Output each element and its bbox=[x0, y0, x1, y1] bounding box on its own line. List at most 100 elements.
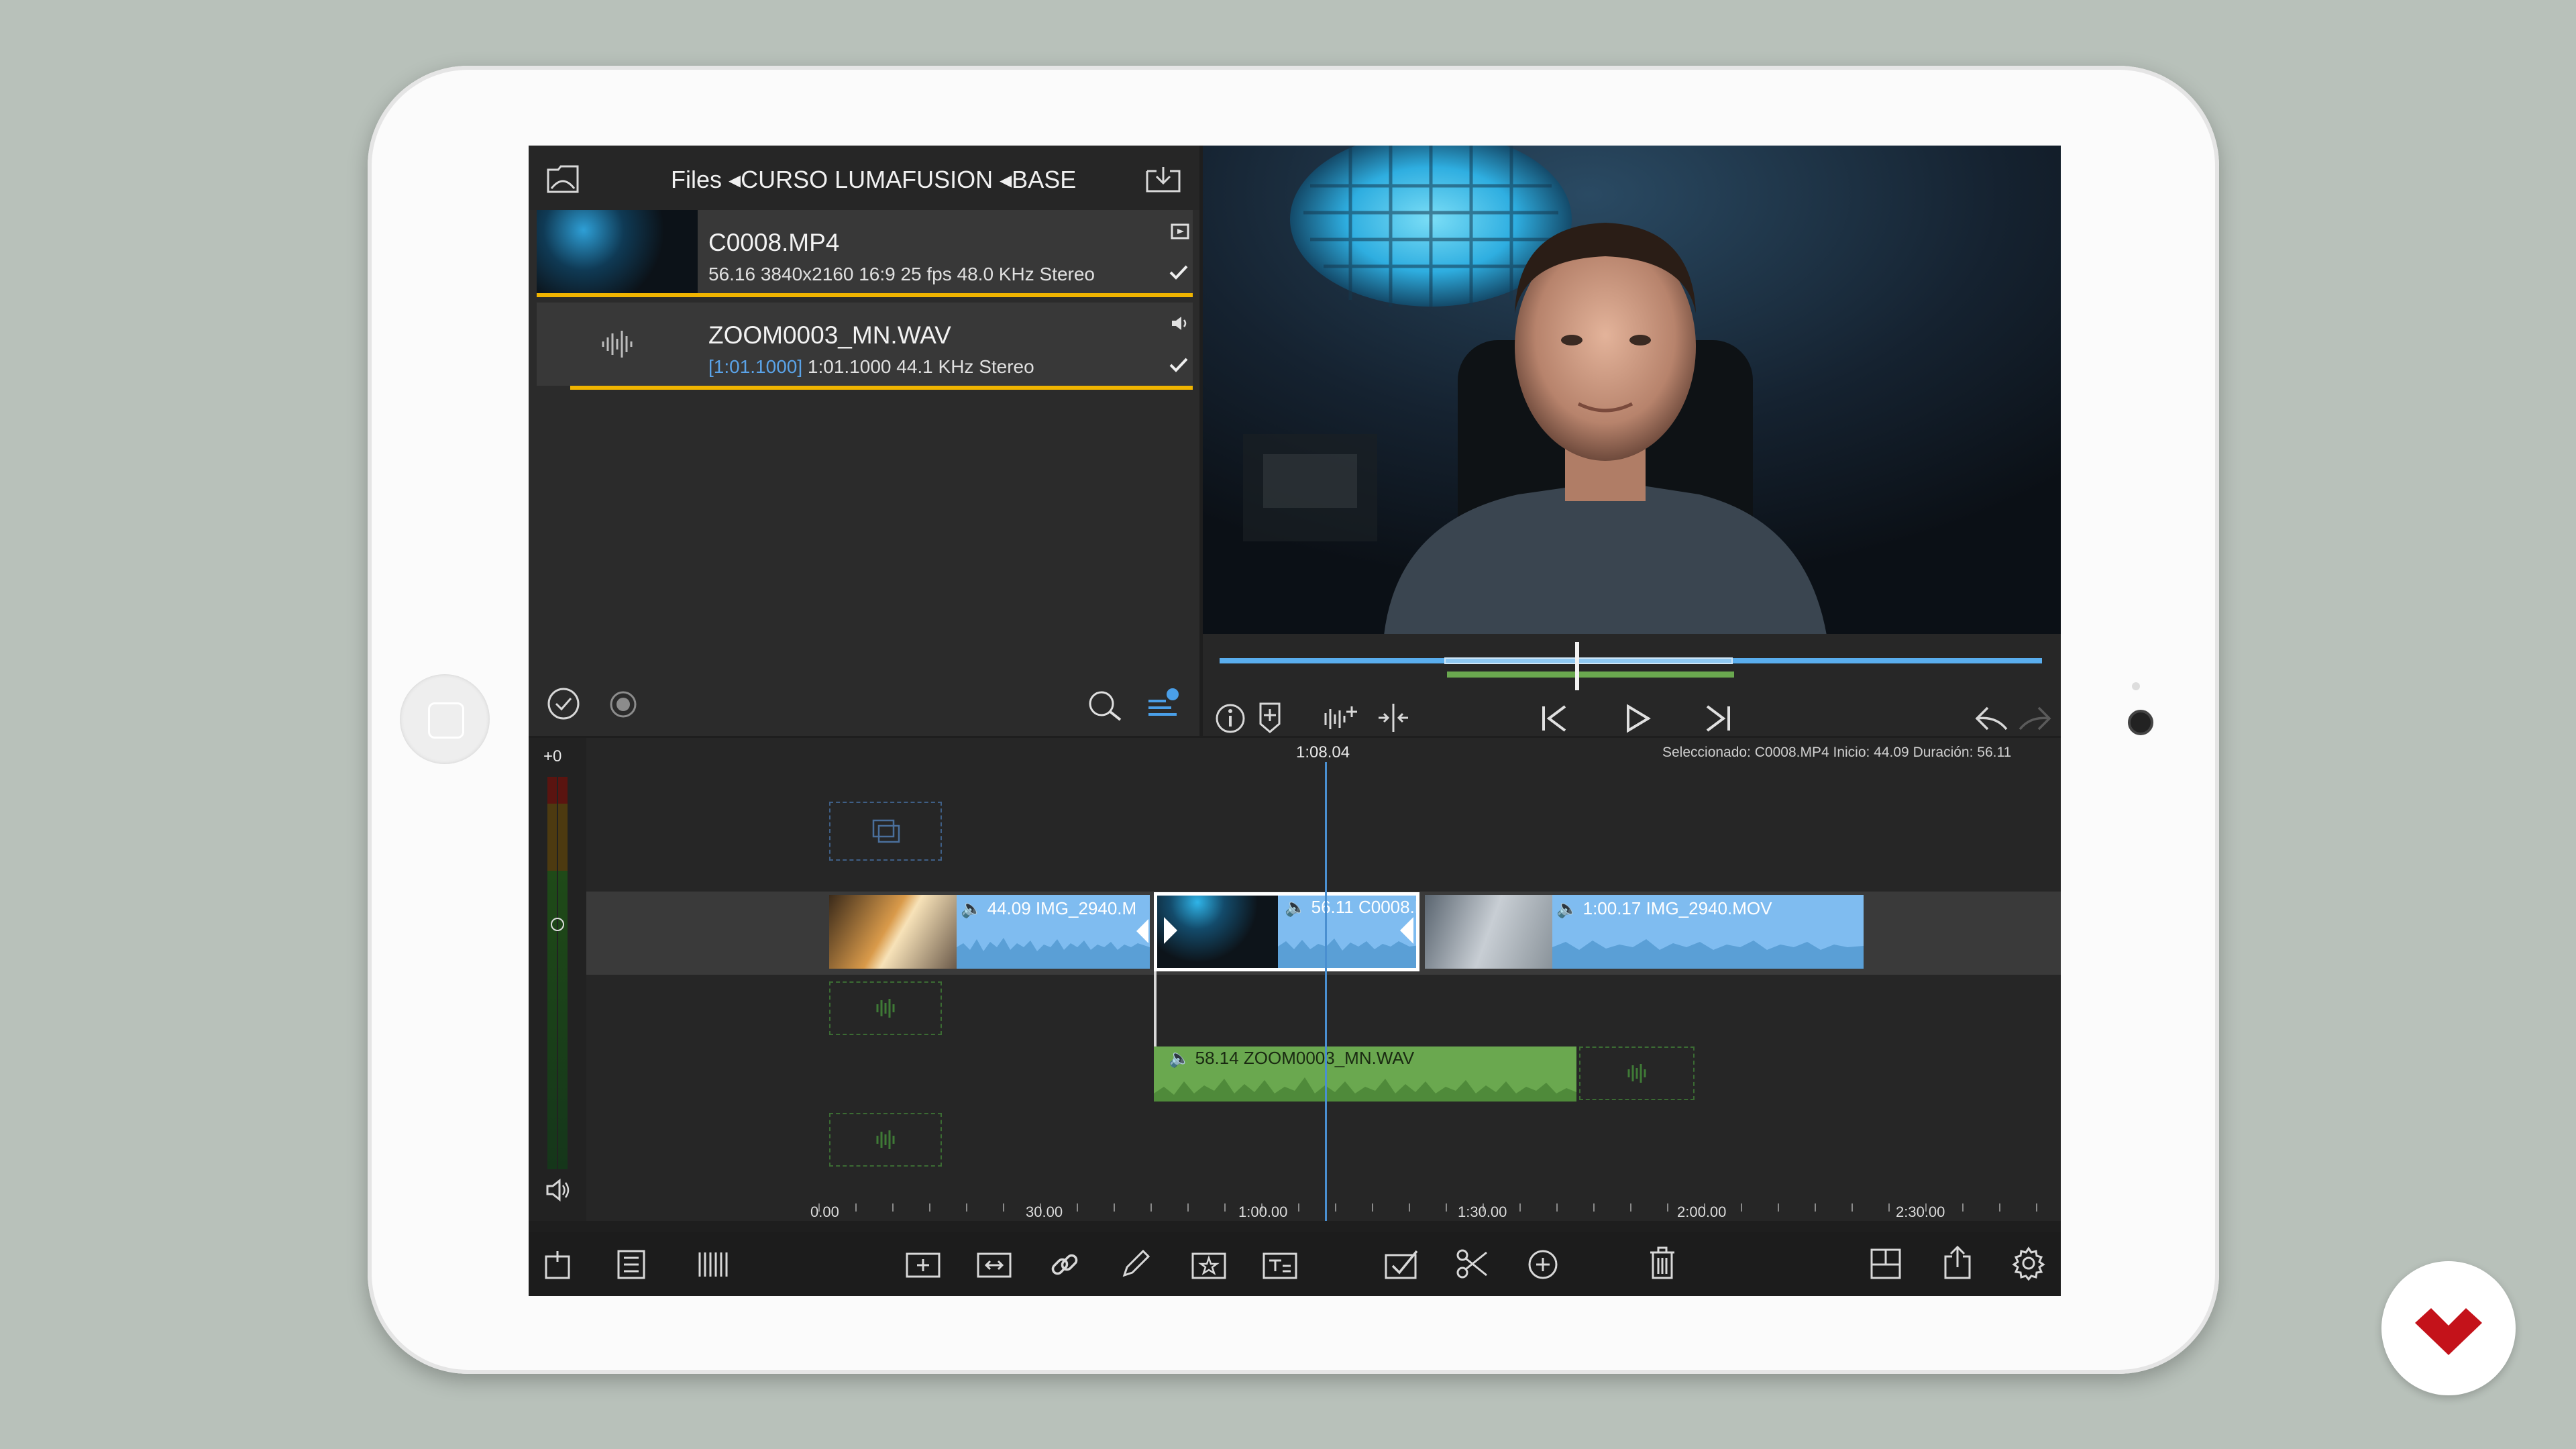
add-icon[interactable] bbox=[1527, 1248, 1559, 1281]
record-icon[interactable] bbox=[609, 690, 637, 718]
audio-track-placeholder[interactable] bbox=[829, 981, 942, 1035]
video-clip-img2940-a[interactable]: 🔈 44.09 IMG_2940.M bbox=[829, 895, 1150, 969]
selection-info: Seleccionado: C0008.MP4 Inicio: 44.09 Du… bbox=[1662, 745, 2012, 760]
library-clip-zoom0003[interactable]: ZOOM0003_MN.WAV [1:01.1000] 1:01.1000 44… bbox=[537, 303, 1193, 386]
audio-clip-zoom0003[interactable]: 🔈 58.14 ZOOM0003_MN.WAV bbox=[1154, 1046, 1576, 1102]
redo-icon[interactable] bbox=[2016, 704, 2053, 733]
add-track-icon[interactable] bbox=[542, 1248, 573, 1281]
add-marker-icon[interactable] bbox=[1254, 701, 1286, 735]
audio-placeholder-icon bbox=[876, 1130, 895, 1149]
sort-options-icon[interactable] bbox=[1146, 686, 1181, 721]
video-type-icon bbox=[1171, 223, 1189, 239]
select-all-icon[interactable] bbox=[546, 686, 581, 721]
timeline-zoom-icon[interactable] bbox=[696, 1248, 730, 1281]
split-audio-icon[interactable] bbox=[1376, 701, 1411, 735]
home-button[interactable] bbox=[400, 674, 490, 764]
ambient-sensor bbox=[2132, 682, 2140, 690]
clip-label: 🔈 58.14 ZOOM0003_MN.WAV bbox=[1169, 1048, 1415, 1068]
library-header: Files ◂CURSO LUMAFUSION ◂BASE bbox=[529, 146, 1199, 210]
ruler-label: 2:30.00 bbox=[1896, 1203, 1945, 1220]
clip-audio-waveform bbox=[1278, 938, 1416, 968]
link-icon[interactable] bbox=[1048, 1248, 1081, 1281]
checkmark-icon bbox=[1169, 356, 1189, 374]
preview-frame-image bbox=[1203, 146, 2061, 635]
ruler-label: 0.00 bbox=[810, 1203, 839, 1220]
brand-logo-badge bbox=[2381, 1261, 2516, 1395]
trim-handle-left-icon[interactable] bbox=[1163, 916, 1179, 945]
title-track-placeholder[interactable] bbox=[829, 802, 942, 861]
brand-logo-icon bbox=[2415, 1308, 2482, 1355]
viewer-controls bbox=[1203, 634, 2061, 736]
select-check-icon[interactable] bbox=[1383, 1247, 1421, 1281]
library-breadcrumb[interactable]: Files ◂CURSO LUMAFUSION ◂BASE bbox=[671, 166, 1076, 194]
meter-volume-knob[interactable] bbox=[551, 918, 564, 931]
share-export-icon[interactable] bbox=[1941, 1244, 1974, 1281]
trim-handle-right-icon[interactable] bbox=[1399, 916, 1415, 945]
split-scissors-icon[interactable] bbox=[1454, 1247, 1491, 1281]
title-editor-icon[interactable] bbox=[1261, 1247, 1299, 1281]
skip-forward-icon[interactable] bbox=[1702, 702, 1733, 735]
video-clip-img2940-b[interactable]: 🔈 1:00.17 IMG_2940.MOV bbox=[1425, 895, 1864, 969]
delete-trash-icon[interactable] bbox=[1648, 1246, 1677, 1281]
library-clip-c0008[interactable]: C0008.MP4 56.16 3840x2160 16:9 25 fps 48… bbox=[537, 210, 1193, 293]
scrub-playhead[interactable] bbox=[1575, 642, 1579, 690]
playhead-timecode: 1:08.04 bbox=[1296, 743, 1350, 761]
title-placeholder-icon bbox=[872, 819, 900, 843]
clip-thumbnail bbox=[829, 895, 957, 969]
volume-icon[interactable] bbox=[545, 1178, 572, 1202]
clip-audio-waveform bbox=[1552, 939, 1864, 969]
track-headers-icon[interactable] bbox=[616, 1248, 647, 1281]
settings-gear-icon[interactable] bbox=[2011, 1246, 2046, 1281]
scrub-selection bbox=[1444, 657, 1733, 664]
clip-range: [1:01.1000] bbox=[708, 356, 803, 377]
clip-label: 🔈 1:00.17 IMG_2940.MOV bbox=[1556, 898, 1772, 918]
meter-level-label: +0 bbox=[543, 747, 562, 765]
speaker-icon bbox=[1171, 315, 1189, 332]
import-icon[interactable] bbox=[1144, 164, 1182, 194]
play-icon[interactable] bbox=[1623, 702, 1652, 735]
timeline-ruler[interactable] bbox=[818, 1203, 2046, 1212]
undo-icon[interactable] bbox=[1973, 704, 2010, 733]
audio-track-placeholder[interactable] bbox=[1579, 1046, 1695, 1100]
favorites-icon[interactable] bbox=[1190, 1247, 1228, 1281]
timeline-panel[interactable]: +0 1:08.04 Seleccionado: C0008.MP4 Inici… bbox=[529, 738, 2061, 1221]
trim-handle-icon[interactable] bbox=[1135, 918, 1148, 945]
audio-track-placeholder[interactable] bbox=[829, 1113, 942, 1167]
audio-voiceover-icon[interactable] bbox=[1322, 701, 1360, 735]
clip-label: 🔈 56.11 C0008.MP4 bbox=[1285, 897, 1416, 917]
bottom-toolbar bbox=[529, 1232, 2061, 1296]
audio-placeholder-icon bbox=[1627, 1064, 1646, 1083]
audio-scrub-bar bbox=[1447, 672, 1734, 678]
info-icon[interactable] bbox=[1214, 702, 1246, 735]
audio-placeholder-icon bbox=[876, 999, 895, 1018]
audio-level-meter bbox=[547, 777, 568, 1169]
insert-clip-icon[interactable] bbox=[904, 1248, 942, 1281]
clip-label: 🔈 44.09 IMG_2940.M bbox=[961, 898, 1137, 918]
clip-thumbnail bbox=[537, 210, 698, 293]
clip-connection-line bbox=[1154, 971, 1157, 1052]
ruler-label: 1:30.00 bbox=[1458, 1203, 1507, 1220]
clip-name: ZOOM0003_MN.WAV bbox=[708, 321, 951, 349]
clip-audio-waveform bbox=[957, 938, 1150, 969]
video-clip-c0008-selected[interactable]: 🔈 56.11 C0008.MP4 bbox=[1154, 892, 1419, 971]
media-library-panel: Files ◂CURSO LUMAFUSION ◂BASE C0008.MP4 … bbox=[529, 146, 1199, 736]
checkmark-icon bbox=[1169, 264, 1189, 281]
ruler-label: 1:00.00 bbox=[1238, 1203, 1288, 1220]
ruler-label: 30.00 bbox=[1026, 1203, 1063, 1220]
layout-icon[interactable] bbox=[1869, 1247, 1902, 1281]
ruler-label: 2:00.00 bbox=[1677, 1203, 1727, 1220]
audio-clip-waveform bbox=[1154, 1077, 1576, 1102]
clip-meta-details: 1:01.1000 44.1 KHz Stereo bbox=[807, 356, 1034, 377]
front-camera bbox=[2128, 710, 2153, 735]
clip-used-indicator bbox=[537, 293, 1193, 297]
preview-viewer bbox=[1203, 146, 2061, 635]
media-source-icon[interactable] bbox=[546, 164, 580, 194]
clip-meta: [1:01.1000] 1:01.1000 44.1 KHz Stereo bbox=[708, 356, 1034, 378]
skip-back-icon[interactable] bbox=[1540, 702, 1570, 735]
search-icon[interactable] bbox=[1087, 689, 1124, 722]
timeline-playhead[interactable] bbox=[1325, 762, 1327, 1221]
audio-waveform-icon bbox=[600, 328, 635, 360]
home-button-icon bbox=[428, 702, 464, 739]
overwrite-clip-icon[interactable] bbox=[975, 1248, 1013, 1281]
edit-pencil-icon[interactable] bbox=[1119, 1247, 1152, 1281]
